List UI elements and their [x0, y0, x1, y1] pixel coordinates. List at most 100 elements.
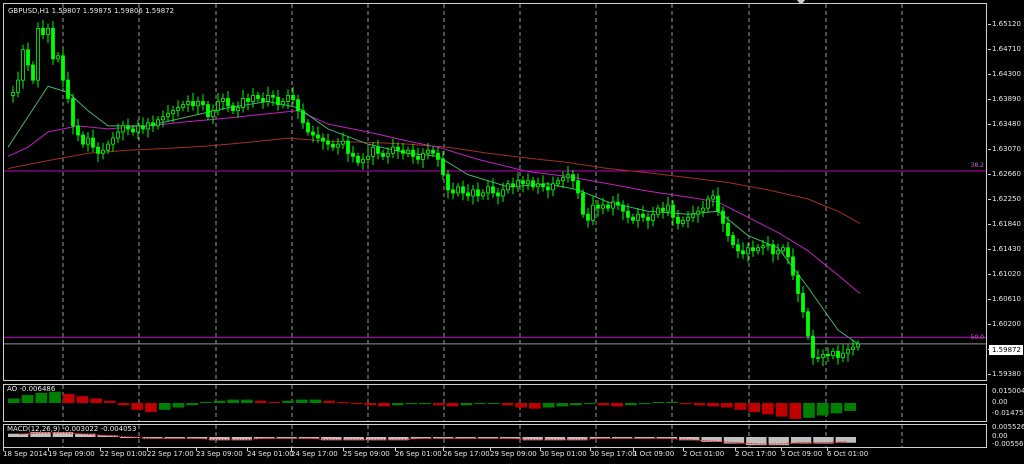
candle-body-95 — [481, 192, 485, 197]
candle-body-137 — [691, 213, 695, 218]
time-label-10: 29 Sep 09:00 — [490, 450, 537, 458]
candle-body-73 — [371, 146, 375, 157]
price-label-11: 1.60610 — [992, 294, 1021, 303]
macd-histogram-svg — [8, 425, 903, 447]
candle-body-154 — [776, 250, 780, 255]
ao-bar-43 — [597, 403, 610, 406]
candle-body-144 — [726, 222, 730, 236]
price-label-2: 1.64300 — [992, 70, 1021, 79]
candle-body-70 — [356, 155, 360, 163]
macd-scale-label-0: 0.005526 — [992, 423, 1024, 431]
time-label-15: 2 Oct 17:00 — [735, 450, 777, 458]
price-label-0: 1.65120 — [992, 20, 1021, 29]
candle-body-125 — [631, 216, 635, 221]
candle-body-98 — [496, 192, 500, 197]
ao-bar-15 — [213, 400, 226, 403]
price-scale[interactable]: 1.65120 1.64710 1.64300 1.63890 1.63480 1.630… — [988, 0, 1024, 464]
candle-body-97 — [491, 186, 495, 194]
candle-body-11 — [61, 55, 65, 81]
price-label-9: 1.61430 — [992, 244, 1021, 253]
main-price-panel[interactable]: GBPUSD,H1 1.59807 1.59875 1.59806 1.5987… — [3, 3, 987, 381]
candle-body-91 — [461, 186, 465, 194]
candle-body-102 — [516, 180, 520, 188]
candle-body-162 — [816, 357, 820, 359]
candle-body-104 — [526, 180, 530, 185]
ao-bar-48 — [666, 401, 678, 403]
candle-body-64 — [326, 140, 330, 145]
ao-bar-9 — [131, 403, 144, 410]
candle-body-149 — [751, 247, 755, 252]
candle-body-168 — [846, 349, 850, 354]
candle-body-150 — [756, 247, 760, 252]
time-axis[interactable]: 18 Sep 2014 19 Sep 09:00 22 Sep 01:00 22 Se… — [0, 448, 1024, 464]
candle-body-52 — [266, 95, 270, 102]
candle-body-101 — [511, 183, 515, 188]
ao-bar-12 — [172, 403, 185, 408]
candle-body-51 — [261, 98, 265, 102]
candle-body-62 — [316, 134, 320, 139]
candle-body-8 — [46, 27, 50, 35]
time-label-3: 22 Sep 17:00 — [147, 450, 194, 458]
macd-scale-label-2: -0.005566 — [992, 440, 1024, 448]
ao-bar-23 — [323, 400, 336, 403]
candle-body-16 — [86, 137, 90, 145]
candle-body-50 — [256, 95, 260, 99]
ao-bar-0 — [8, 398, 20, 403]
price-tick-0 — [988, 24, 991, 26]
ao-bar-18 — [254, 400, 267, 403]
ao-bar-31 — [433, 403, 445, 406]
ao-histogram-svg — [8, 385, 903, 421]
ao-bar-40 — [556, 403, 569, 407]
ao-scale-label-0: 0.015004 — [992, 387, 1024, 395]
price-tick-1 — [988, 49, 991, 51]
ao-bar-11 — [158, 403, 171, 410]
candle-body-167 — [841, 352, 845, 358]
candle-body-146 — [736, 244, 740, 252]
price-tick-3 — [988, 99, 991, 101]
candle-body-115 — [581, 192, 585, 215]
candle-body-78 — [396, 146, 400, 151]
time-label-1: 19 Sep 09:00 — [48, 450, 95, 458]
macd-indicator-panel[interactable]: MACD(12,26,9) -0.003022 -0.004053 — [3, 424, 987, 448]
time-label-5: 24 Sep 01:00 — [247, 450, 294, 458]
candle-body-112 — [566, 174, 570, 179]
ao-indicator-panel[interactable]: AO -0.006486 — [3, 384, 987, 422]
time-label-17: 6 Oct 01:00 — [827, 450, 869, 458]
candle-body-129 — [651, 213, 655, 221]
candle-body-90 — [456, 186, 460, 194]
candle-body-12 — [66, 79, 70, 99]
ao-bar-16 — [227, 399, 240, 403]
candle-body-94 — [476, 189, 480, 197]
candle-body-141 — [711, 195, 715, 200]
candle-body-27 — [141, 125, 145, 130]
price-tick-5 — [988, 149, 991, 151]
candle-body-131 — [661, 207, 665, 212]
price-tick-7 — [988, 199, 991, 200]
price-tick-11 — [988, 298, 991, 300]
candle-body-85 — [431, 149, 435, 154]
candle-body-68 — [346, 140, 350, 154]
candle-body-31 — [161, 116, 165, 121]
ao-bar-34 — [474, 403, 486, 405]
ao-bar-59 — [816, 403, 829, 416]
candle-body-14 — [76, 125, 80, 136]
candle-body-2 — [16, 79, 20, 93]
candle-body-80 — [406, 149, 410, 154]
fib-level-382-label: 38.2 — [970, 162, 984, 169]
ao-bar-6 — [90, 398, 102, 403]
price-chart-svg — [4, 4, 986, 380]
candle-body-65 — [331, 143, 335, 148]
candle-body-106 — [536, 183, 540, 188]
candle-body-49 — [251, 95, 255, 102]
candle-body-93 — [471, 189, 475, 197]
candle-body-18 — [96, 146, 100, 154]
time-label-6: 24 Sep 17:00 — [291, 450, 338, 458]
candle-body-48 — [246, 98, 250, 102]
candle-body-109 — [551, 183, 555, 191]
candle-body-19 — [101, 149, 105, 154]
ao-bar-20 — [282, 400, 294, 403]
candle-body-99 — [501, 189, 505, 197]
ao-bar-19 — [268, 401, 281, 403]
candle-body-20 — [106, 143, 110, 151]
ao-bar-7 — [103, 400, 116, 403]
